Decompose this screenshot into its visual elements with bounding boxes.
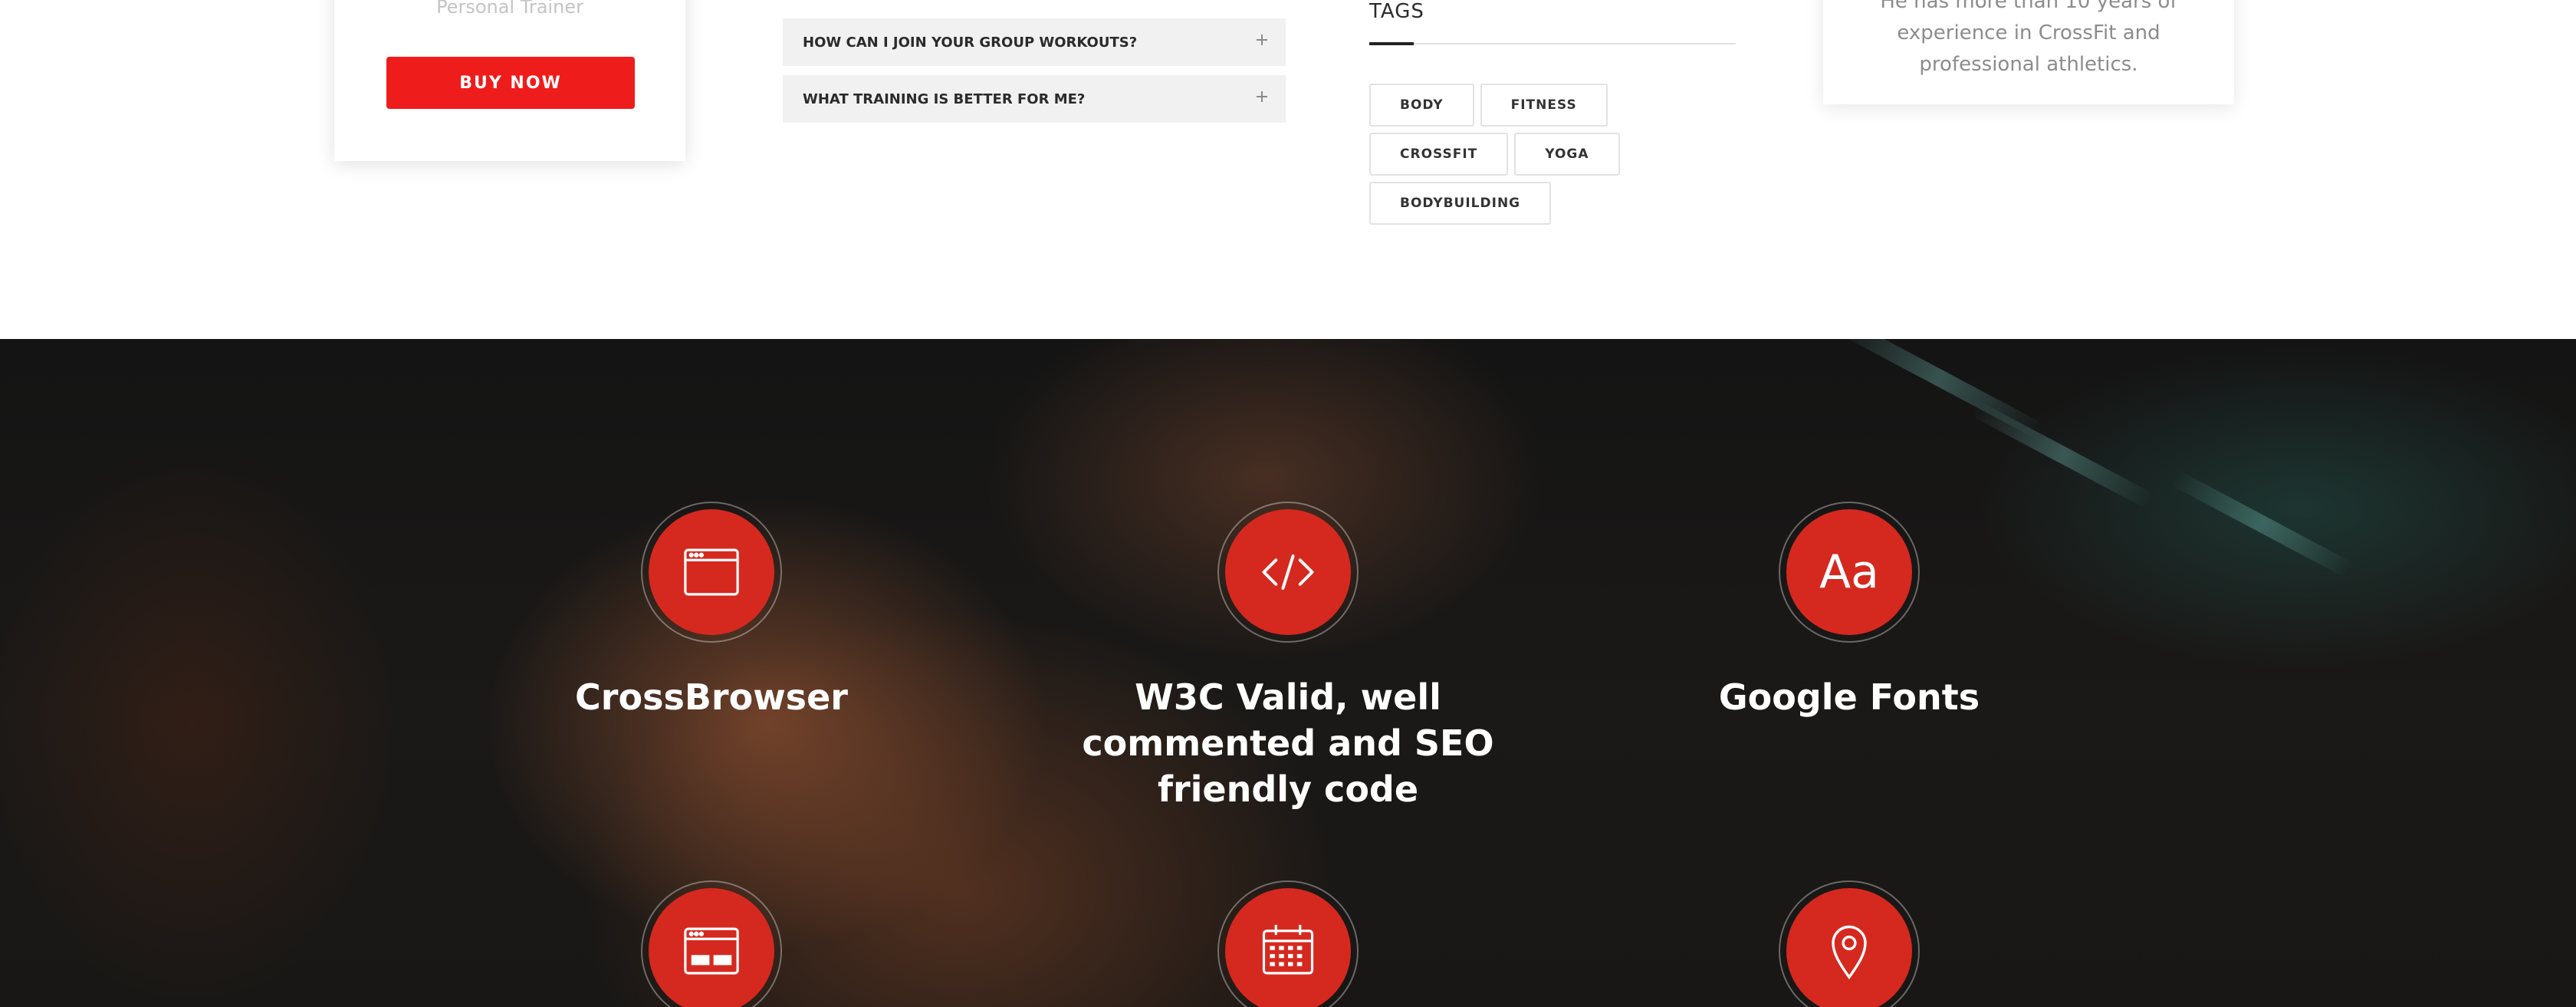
tag-yoga[interactable]: YOGA	[1514, 133, 1620, 176]
content-section: Personal Trainer BUY NOW HOW CAN I JOIN …	[0, 0, 2576, 339]
divider	[1369, 43, 1736, 44]
font-icon: Aa	[1786, 509, 1912, 635]
faq-question: HOW CAN I JOIN YOUR GROUP WORKOUTS?	[803, 34, 1138, 51]
tag-bodybuilding[interactable]: BODYBUILDING	[1369, 182, 1552, 225]
faq-item[interactable]: WHAT TRAINING IS BETTER FOR ME?	[783, 75, 1286, 123]
code-icon	[1225, 509, 1351, 635]
tag-body[interactable]: BODY	[1369, 84, 1474, 127]
plus-icon[interactable]	[1254, 31, 1270, 48]
browser-window-icon	[649, 509, 774, 635]
trainer-bio: He has more than 10 years of experience …	[1880, 0, 2177, 76]
background-light	[2170, 469, 2354, 578]
buy-now-button[interactable]: BUY NOW	[386, 57, 635, 109]
feature-icon-ring	[1779, 880, 1920, 1007]
feature-icon-ring: Aa	[1779, 502, 1920, 643]
faq-question: WHAT TRAINING IS BETTER FOR ME?	[803, 90, 1086, 107]
tag-crossfit[interactable]: CROSSFIT	[1369, 133, 1509, 176]
tag-fitness[interactable]: FITNESS	[1480, 84, 1608, 127]
map-pin-icon	[1786, 888, 1912, 1007]
feature-title: CrossBrowser	[575, 676, 848, 718]
divider-accent	[1369, 42, 1414, 45]
feature-icon-ring	[641, 502, 782, 643]
plus-icon[interactable]	[1254, 88, 1270, 105]
faq-item[interactable]: HOW CAN I JOIN YOUR GROUP WORKOUTS?	[783, 18, 1286, 66]
feature-title: Google Fonts	[1718, 676, 1980, 718]
calendar-icon	[1225, 888, 1351, 1007]
faq-accordion: HOW CAN I JOIN YOUR GROUP WORKOUTS? WHAT…	[783, 18, 1286, 132]
font-glyph: Aa	[1819, 545, 1879, 599]
features-section: CrossBrowser W3C Valid, well commented a…	[0, 339, 2576, 1007]
background-light	[1970, 400, 2154, 509]
feature-icon-ring	[1217, 880, 1359, 1007]
feature-title: W3C Valid, well commented and SEO friend…	[1082, 676, 1494, 810]
tag-list: BODY FITNESS CROSSFIT YOGA BODYBUILDING	[1369, 84, 1736, 225]
feature-icon-ring	[1217, 502, 1359, 643]
tags-heading: TAGS	[1369, 0, 1424, 23]
layout-icon	[649, 888, 774, 1007]
pricing-card: Personal Trainer BUY NOW	[334, 0, 685, 161]
trainer-bio-card: He has more than 10 years of experience …	[1823, 0, 2234, 104]
trainer-role: Personal Trainer	[436, 0, 583, 18]
feature-icon-ring	[641, 880, 782, 1007]
